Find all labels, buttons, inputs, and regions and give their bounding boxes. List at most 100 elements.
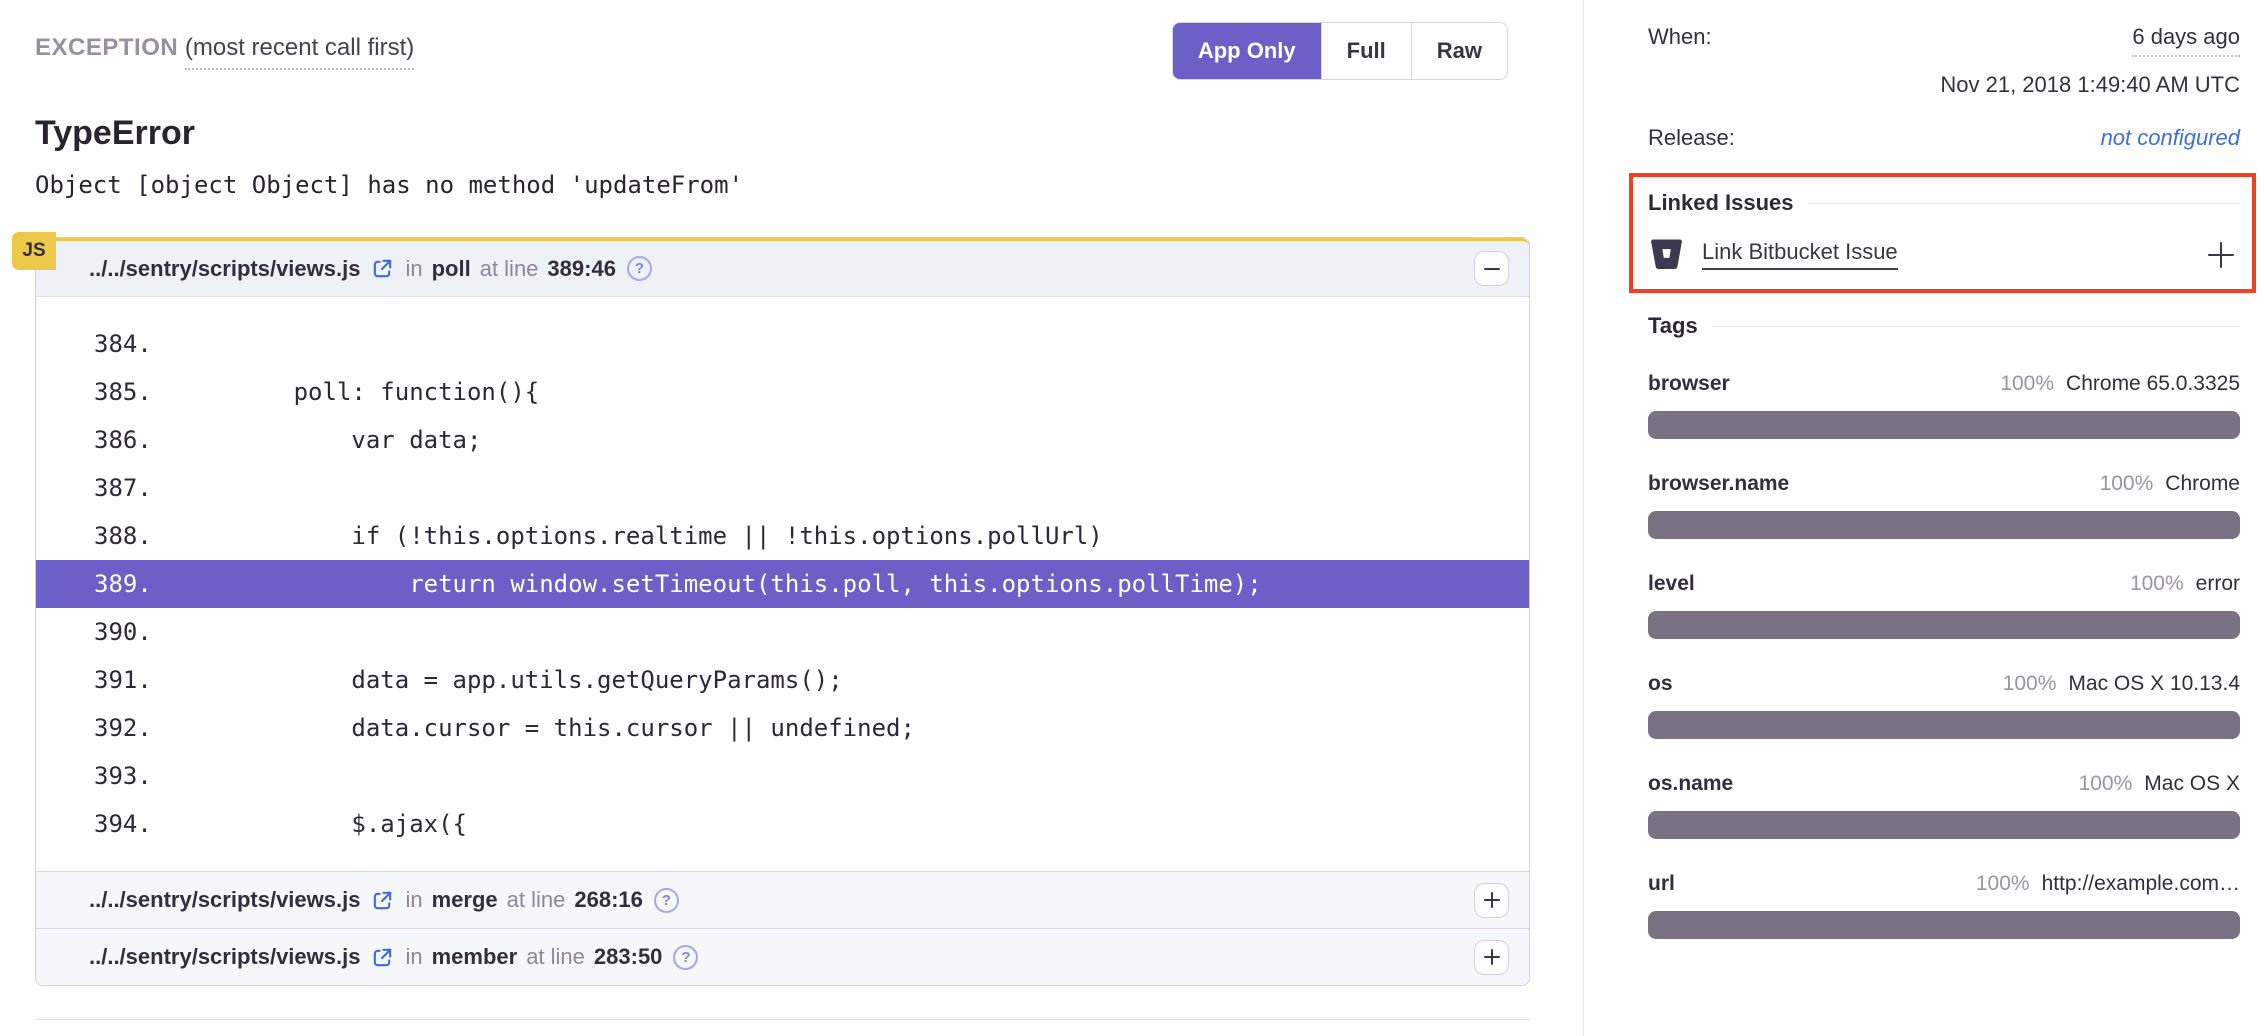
code-text: var data; xyxy=(178,426,481,454)
line-number: 385. xyxy=(94,378,178,406)
link-bitbucket-issue-link[interactable]: Link Bitbucket Issue xyxy=(1702,239,1898,270)
tag-value: Mac OS X xyxy=(2144,772,2240,796)
frame-atline-label: at line xyxy=(507,887,566,913)
tag-row: os.name 100% Mac OS X xyxy=(1648,772,2240,839)
next-section-edge xyxy=(35,1019,1530,1020)
frame-lineno: 283:50 xyxy=(594,944,663,970)
full-button[interactable]: Full xyxy=(1321,23,1411,79)
tag-distribution-bar xyxy=(1648,911,2240,939)
code-text: return window.setTimeout(this.poll, this… xyxy=(178,570,1262,598)
raw-button[interactable]: Raw xyxy=(1411,23,1507,79)
when-relative-time[interactable]: 6 days ago xyxy=(2132,24,2240,57)
tags-title: Tags xyxy=(1648,313,1698,339)
tag-name: level xyxy=(1648,572,1695,596)
line-number: 394. xyxy=(94,810,178,838)
help-icon[interactable]: ? xyxy=(673,945,698,970)
tag-name: browser.name xyxy=(1648,472,1789,496)
section-rule xyxy=(1712,326,2240,327)
help-icon[interactable]: ? xyxy=(627,256,652,281)
expand-frame-button[interactable] xyxy=(1474,883,1509,918)
line-number: 393. xyxy=(94,762,178,790)
line-number: 384. xyxy=(94,330,178,358)
line-number: 387. xyxy=(94,474,178,502)
stack-frame-header-active[interactable]: ../../sentry/scripts/views.js in poll at… xyxy=(36,238,1529,296)
line-number: 386. xyxy=(94,426,178,454)
expand-frame-button[interactable] xyxy=(1474,940,1509,975)
code-line-388: 388. if (!this.options.realtime || !this… xyxy=(36,512,1529,560)
frame-function: poll xyxy=(432,256,471,282)
error-message: Object [object Object] has no method 'up… xyxy=(35,171,1530,199)
tag-percent: 100% xyxy=(1976,872,2030,896)
frame-in-label: in xyxy=(405,887,422,913)
tag-value: Chrome xyxy=(2165,472,2240,496)
tags-section: Tags browser 100% Chrome 65.0.3325 brows… xyxy=(1648,313,2240,939)
call-order-note[interactable]: (most recent call first) xyxy=(185,34,414,70)
tag-row: os 100% Mac OS X 10.13.4 xyxy=(1648,672,2240,739)
frame-atline-label: at line xyxy=(526,944,585,970)
external-link-icon[interactable] xyxy=(371,257,394,280)
external-link-icon[interactable] xyxy=(371,946,394,969)
app-only-button[interactable]: App Only xyxy=(1173,23,1321,79)
code-text: $.ajax({ xyxy=(178,810,467,838)
code-line-392: 392. data.cursor = this.cursor || undefi… xyxy=(36,704,1529,752)
code-line-390: 390. xyxy=(36,608,1529,656)
exception-panel: EXCEPTION (most recent call first) App O… xyxy=(0,0,1583,1036)
line-number: 392. xyxy=(94,714,178,742)
tag-value: http://example.com… xyxy=(2042,872,2240,896)
tag-percent: 100% xyxy=(2130,572,2184,596)
stack-frame-header[interactable]: ../../sentry/scripts/views.js in member … xyxy=(36,928,1529,985)
tag-row: url 100% http://example.com… xyxy=(1648,872,2240,939)
line-number: 388. xyxy=(94,522,178,550)
when-label: When: xyxy=(1648,24,1712,50)
tag-percent: 100% xyxy=(2000,372,2054,396)
collapse-frame-button[interactable] xyxy=(1474,251,1509,286)
frame-file-path: ../../sentry/scripts/views.js xyxy=(89,944,360,970)
tag-value: Mac OS X 10.13.4 xyxy=(2068,672,2240,696)
add-linked-issue-button[interactable] xyxy=(2206,240,2236,270)
tag-row: level 100% error xyxy=(1648,572,2240,639)
tag-row: browser.name 100% Chrome xyxy=(1648,472,2240,539)
release-value-link[interactable]: not configured xyxy=(2101,125,2240,151)
tag-value: error xyxy=(2196,572,2240,596)
tag-value: Chrome 65.0.3325 xyxy=(2066,372,2240,396)
code-text: data = app.utils.getQueryParams(); xyxy=(178,666,843,694)
annotation-highlight-box: Linked Issues Link Bitbucket Issue xyxy=(1629,173,2256,293)
line-number: 389. xyxy=(94,570,178,598)
frame-function: member xyxy=(432,944,518,970)
frame-file-path: ../../sentry/scripts/views.js xyxy=(89,887,360,913)
tag-name: os.name xyxy=(1648,772,1733,796)
tag-percent: 100% xyxy=(2100,472,2154,496)
when-row: When: 6 days ago xyxy=(1648,24,2240,57)
external-link-icon[interactable] xyxy=(371,889,394,912)
event-sidebar: When: 6 days ago Nov 21, 2018 1:49:40 AM… xyxy=(1584,0,2264,1036)
code-text: data.cursor = this.cursor || undefined; xyxy=(178,714,915,742)
linked-issues-title: Linked Issues xyxy=(1648,190,1794,216)
tag-name: browser xyxy=(1648,372,1730,396)
code-line-391: 391. data = app.utils.getQueryParams(); xyxy=(36,656,1529,704)
stacktrace-view-toggle: App Only Full Raw xyxy=(1172,22,1508,80)
stack-frame-header[interactable]: ../../sentry/scripts/views.js in merge a… xyxy=(36,871,1529,928)
tag-distribution-bar xyxy=(1648,411,2240,439)
js-platform-badge: JS xyxy=(12,232,56,270)
code-line-393: 393. xyxy=(36,752,1529,800)
help-icon[interactable]: ? xyxy=(654,888,679,913)
code-line-394: 394. $.ajax({ xyxy=(36,800,1529,848)
code-text: if (!this.options.realtime || !this.opti… xyxy=(178,522,1103,550)
frame-lineno: 389:46 xyxy=(547,256,616,282)
tag-distribution-bar xyxy=(1648,711,2240,739)
tag-percent: 100% xyxy=(2003,672,2057,696)
release-row: Release: not configured xyxy=(1648,125,2240,151)
frame-atline-label: at line xyxy=(480,256,539,282)
tag-distribution-bar xyxy=(1648,611,2240,639)
frame-lineno: 268:16 xyxy=(574,887,643,913)
frame-function: merge xyxy=(432,887,498,913)
tag-name: os xyxy=(1648,672,1673,696)
exception-label: EXCEPTION xyxy=(35,34,178,61)
collapsed-frames: ../../sentry/scripts/views.js in merge a… xyxy=(36,871,1529,985)
exception-heading: EXCEPTION (most recent call first) xyxy=(35,34,414,62)
release-label: Release: xyxy=(1648,125,1735,151)
code-line-387: 387. xyxy=(36,464,1529,512)
stack-trace: JS ../../sentry/scripts/views.js in poll… xyxy=(35,237,1530,986)
code-line-384: 384. xyxy=(36,320,1529,368)
tag-row: browser 100% Chrome 65.0.3325 xyxy=(1648,372,2240,439)
